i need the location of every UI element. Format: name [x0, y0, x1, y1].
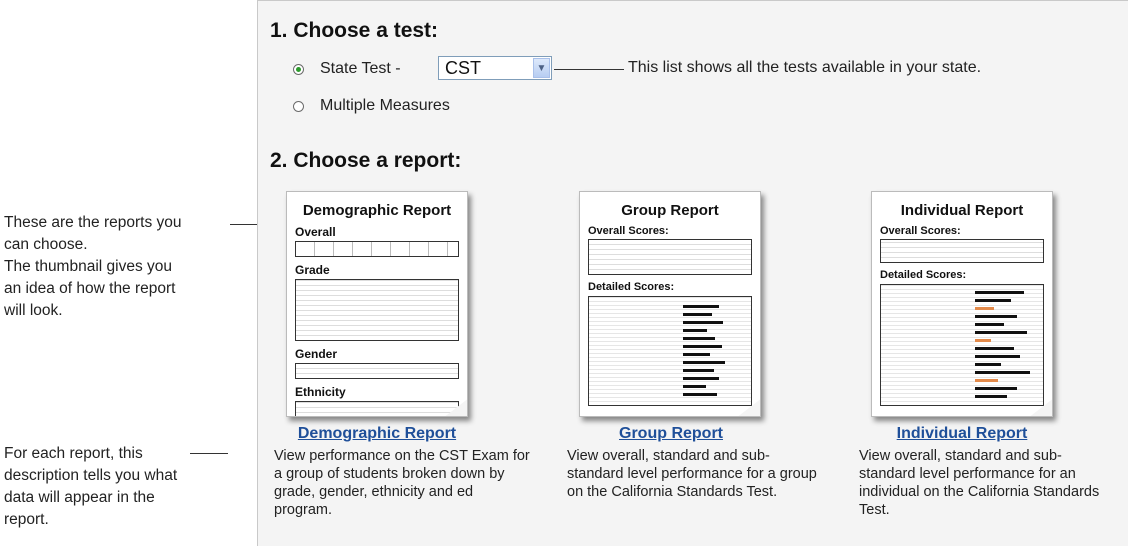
group-report-description: View overall, standard and sub-standard …: [567, 448, 817, 500]
page-curl: [1028, 398, 1052, 416]
thumbnail-table: [588, 239, 752, 275]
thumbnail-section: Gender: [295, 347, 338, 361]
demographic-report-description: View performance on the CST Exam for a g…: [274, 448, 530, 518]
choose-test-title: 1. Choose a test:: [270, 19, 439, 42]
chevron-down-icon[interactable]: ▼: [533, 58, 550, 78]
reports-note-line: can choose.: [4, 236, 88, 253]
description-note-line: For each report, this: [4, 445, 143, 462]
test-select-callout: This list shows all the tests available …: [628, 59, 982, 76]
multiple-measures-label: Multiple Measures: [320, 97, 450, 114]
reports-note: These are the reports you can choose. Th…: [4, 212, 239, 322]
multiple-measures-option[interactable]: Multiple Measures: [293, 97, 450, 115]
thumbnail-bars: [588, 296, 752, 406]
reports-note-line: These are the reports you: [4, 214, 182, 231]
thumbnail-title: Demographic Report: [302, 202, 452, 219]
thumbnail-table: [295, 279, 459, 341]
thumbnail-title: Individual Report: [900, 202, 1024, 219]
reports-note-line: will look.: [4, 302, 63, 319]
thumbnail-table: [295, 363, 459, 379]
individual-report-thumbnail[interactable]: Individual Report Overall Scores: Detail…: [871, 191, 1053, 417]
thumbnail-section: Detailed Scores:: [880, 269, 967, 281]
thumbnail-section: Overall Scores:: [880, 225, 961, 237]
page-curl: [443, 398, 467, 416]
page-curl: [736, 398, 760, 416]
demographic-report-link[interactable]: Demographic Report: [277, 425, 477, 443]
thumbnail-section: Detailed Scores:: [588, 281, 675, 293]
description-note: For each report, this description tells …: [4, 443, 239, 531]
thumbnail-table: [295, 401, 459, 416]
thumbnail-section: Overall: [295, 225, 336, 239]
group-report-link[interactable]: Group Report: [571, 425, 771, 443]
state-test-label: State Test -: [320, 60, 401, 77]
thumbnail-section: Ethnicity: [295, 385, 346, 399]
description-note-line: data will appear in the: [4, 489, 155, 506]
thumbnail-title: Group Report: [621, 202, 719, 219]
state-test-option[interactable]: State Test -: [293, 60, 401, 78]
individual-report-link[interactable]: Individual Report: [862, 425, 1062, 443]
test-select-leader: [554, 69, 624, 70]
choose-report-title: 2. Choose a report:: [270, 149, 462, 172]
reports-note-line: an idea of how the report: [4, 280, 176, 297]
description-note-line: report.: [4, 511, 49, 528]
demographic-report-thumbnail[interactable]: Demographic Report Overall Grade Gender …: [286, 191, 468, 417]
group-report-thumbnail[interactable]: Group Report Overall Scores: Detailed Sc…: [579, 191, 761, 417]
thumbnail-table: [295, 241, 459, 257]
report-chooser-panel: 1. Choose a test: State Test - Multiple …: [257, 0, 1128, 546]
description-note-leader: [190, 453, 228, 454]
thumbnail-bars: [880, 284, 1044, 406]
thumbnail-section: Grade: [295, 263, 330, 277]
state-test-radio[interactable]: [293, 63, 304, 75]
reports-note-line: The thumbnail gives you: [4, 258, 173, 275]
thumbnail-section: Overall Scores:: [588, 225, 669, 237]
test-select[interactable]: CST ▼: [438, 56, 552, 80]
description-note-line: description tells you what: [4, 467, 178, 484]
thumbnail-table: [880, 239, 1044, 263]
test-select-value: CST: [445, 58, 481, 78]
multiple-measures-radio[interactable]: [293, 100, 304, 112]
individual-report-description: View overall, standard and sub-standard …: [859, 448, 1100, 518]
